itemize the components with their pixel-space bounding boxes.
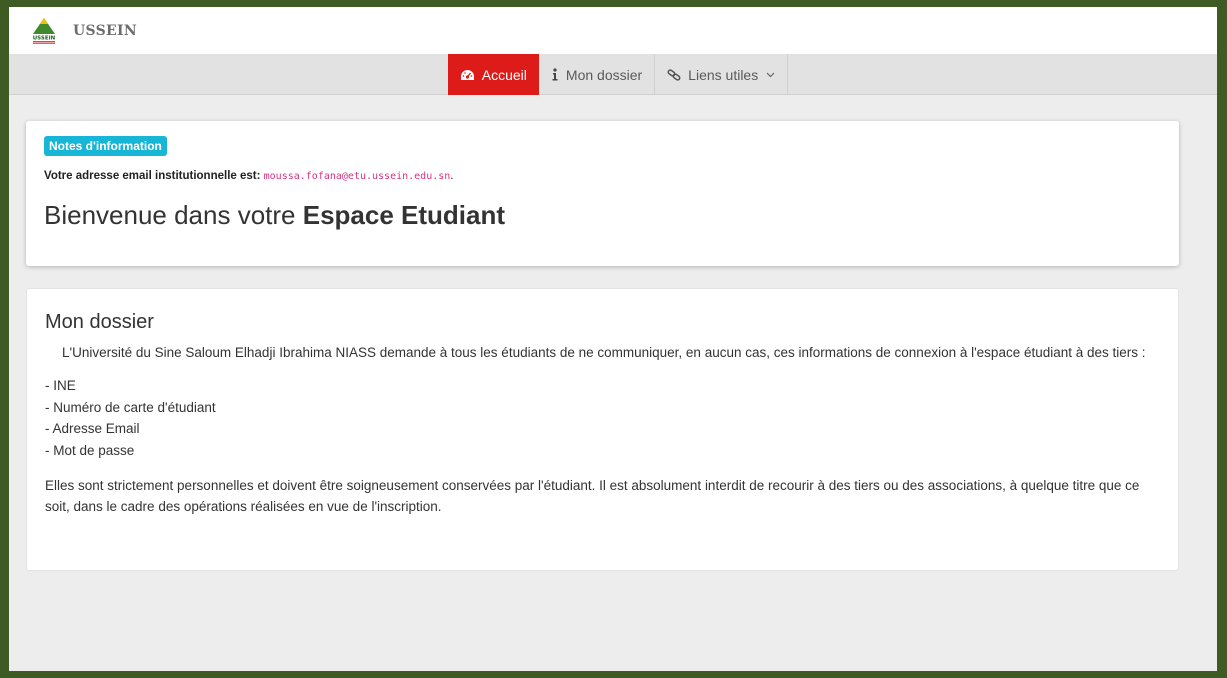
list-item: - Numéro de carte d'étudiant — [45, 399, 216, 415]
list-item: - Mot de passe — [45, 442, 135, 458]
nav-item-liens-utiles[interactable]: Liens utiles — [655, 54, 789, 95]
ussein-logo[interactable]: USSEIN — [29, 16, 59, 46]
nav-item-mon-dossier[interactable]: Mon dossier — [539, 54, 656, 95]
main-navbar: Accueil Mon dossier Liens utiles — [9, 54, 1217, 95]
nav-label-mon-dossier: Mon dossier — [565, 66, 643, 83]
info-icon — [551, 68, 559, 81]
email-label: Votre adresse email institutionnelle est… — [44, 170, 261, 182]
section-title: Mon dossier — [45, 311, 154, 333]
mountain-logo-icon: USSEIN — [33, 17, 56, 44]
info-card: Notes d'information Votre adresse email … — [26, 121, 1179, 266]
list-item: - INE — [45, 378, 76, 393]
email-line: Votre adresse email institutionnelle est… — [44, 170, 1161, 182]
credentials-list: - INE - Numéro de carte d'étudiant - Adr… — [45, 375, 1160, 461]
app-window: USSEIN USSEIN Accueil Mon dossier Liens … — [9, 7, 1217, 671]
top-header: USSEIN USSEIN — [9, 7, 1217, 54]
link-icon — [667, 68, 681, 81]
info-badge: Notes d'information — [44, 136, 167, 156]
welcome-prefix: Bienvenue dans votre — [44, 200, 296, 230]
nav-item-accueil[interactable]: Accueil — [447, 54, 539, 95]
list-item: - Adresse Email — [45, 421, 140, 436]
brand-name[interactable]: USSEIN — [73, 23, 137, 39]
logo-text: USSEIN — [33, 35, 56, 41]
dashboard-icon — [460, 69, 475, 81]
institutional-email: moussa.fofana@etu.ussein.edu.sn — [263, 171, 451, 182]
chevron-down-icon — [766, 72, 775, 78]
nav-label-liens-utiles: Liens utiles — [688, 66, 759, 83]
dossier-intro: L'Université du Sine Saloum Elhadji Ibra… — [62, 345, 1146, 360]
dossier-card: Mon dossier L'Université du Sine Saloum … — [26, 288, 1179, 571]
dossier-note: Elles sont strictement personnelles et d… — [45, 478, 1140, 514]
welcome-strong: Espace Etudiant — [302, 200, 506, 230]
welcome-heading: Bienvenue dans votre Espace Etudiant — [44, 200, 1161, 231]
email-suffix: . — [450, 170, 454, 182]
nav-label-accueil: Accueil — [481, 66, 527, 83]
